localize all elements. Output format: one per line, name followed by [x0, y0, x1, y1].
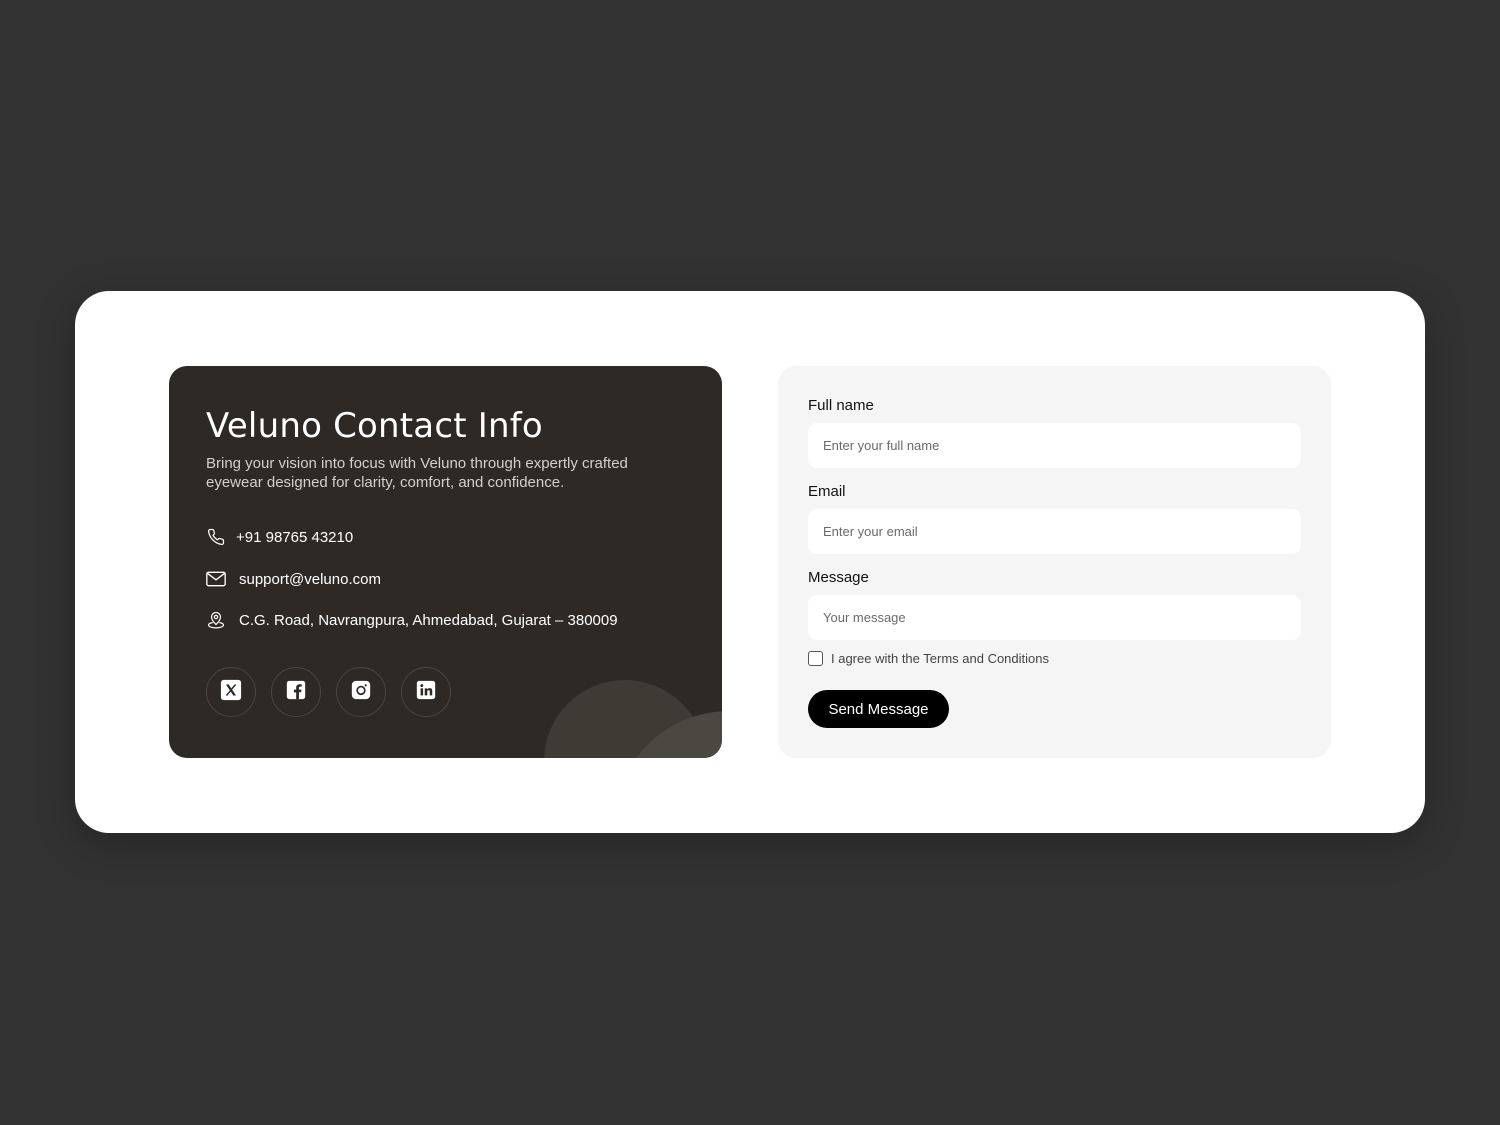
location-pin-icon: [206, 610, 226, 630]
phone-row: +91 98765 43210: [206, 527, 353, 547]
contact-info-title: Veluno Contact Info: [206, 406, 543, 446]
mail-icon: [206, 569, 226, 589]
phone-number: +91 98765 43210: [236, 528, 354, 546]
linkedin-link[interactable]: [401, 667, 451, 717]
full-name-input[interactable]: [808, 423, 1301, 468]
instagram-icon: [351, 680, 371, 705]
street-address: C.G. Road, Navrangpura, Ahmedabad, Gujar…: [239, 611, 618, 629]
phone-icon: [206, 527, 226, 547]
message-input[interactable]: [808, 595, 1301, 640]
contact-info-description: Bring your vision into focus with Veluno…: [206, 455, 628, 491]
instagram-link[interactable]: [336, 667, 386, 717]
terms-label: I agree with the Terms and Conditions: [831, 651, 1049, 666]
x-icon: [220, 679, 242, 706]
contact-card: Veluno Contact Info Bring your vision in…: [75, 291, 1425, 833]
terms-row: I agree with the Terms and Conditions: [808, 651, 1049, 666]
email-input[interactable]: [808, 509, 1301, 554]
social-links: [206, 667, 451, 717]
facebook-icon: [286, 680, 306, 705]
facebook-link[interactable]: [271, 667, 321, 717]
email-address: support@veluno.com: [239, 570, 381, 588]
message-label: Message: [808, 569, 869, 586]
send-message-button[interactable]: Send Message: [808, 690, 949, 728]
email-label: Email: [808, 483, 846, 500]
contact-form: Full name Email Message I agree with the…: [778, 366, 1331, 758]
x-link[interactable]: [206, 667, 256, 717]
linkedin-icon: [416, 680, 436, 705]
contact-info-panel: Veluno Contact Info Bring your vision in…: [169, 366, 722, 758]
address-row: C.G. Road, Navrangpura, Ahmedabad, Gujar…: [206, 610, 618, 630]
full-name-label: Full name: [808, 397, 874, 414]
email-row: support@veluno.com: [206, 569, 381, 589]
terms-checkbox[interactable]: [808, 651, 823, 666]
